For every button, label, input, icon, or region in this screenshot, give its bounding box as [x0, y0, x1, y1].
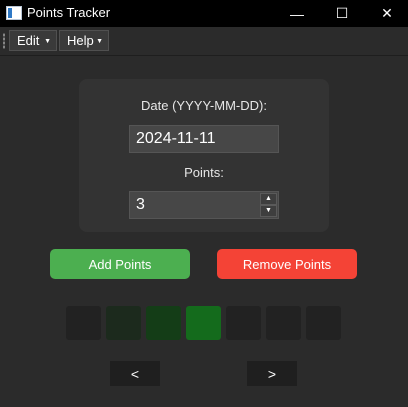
next-button[interactable]: > [247, 361, 297, 386]
close-button[interactable]: ✕ [364, 0, 408, 27]
menu-bar: Edit ▼ Help ▼ [0, 27, 408, 56]
toolbar-grip-icon[interactable] [3, 33, 5, 49]
day-cell[interactable] [146, 306, 181, 340]
help-menu-label: Help [67, 33, 94, 48]
day-cell[interactable] [66, 306, 101, 340]
help-menu-button[interactable]: Help ▼ [59, 30, 109, 51]
chevron-down-icon: ▼ [96, 38, 103, 45]
points-label: Points: [184, 165, 224, 180]
minimize-button[interactable]: — [274, 0, 320, 27]
app-icon [6, 6, 22, 20]
edit-menu-label: Edit [17, 33, 40, 48]
edit-menu-button[interactable]: Edit ▼ [9, 30, 57, 51]
points-spinbox[interactable]: 3 ▲ ▼ [129, 191, 279, 219]
previous-button[interactable]: < [110, 361, 160, 386]
title-bar: Points Tracker — ☐ ✕ [0, 0, 408, 27]
window-title: Points Tracker [27, 5, 111, 20]
remove-points-button[interactable]: Remove Points [217, 249, 357, 279]
spin-up-icon[interactable]: ▲ [260, 193, 277, 205]
chevron-down-icon: ▼ [44, 38, 51, 45]
day-cell[interactable] [306, 306, 341, 340]
day-cell[interactable] [106, 306, 141, 340]
date-input[interactable] [129, 125, 279, 153]
entry-panel: Date (YYYY-MM-DD): Points: 3 ▲ ▼ [79, 79, 329, 232]
points-value[interactable]: 3 [136, 196, 145, 214]
add-points-button[interactable]: Add Points [50, 249, 190, 279]
day-cell[interactable] [266, 306, 301, 340]
maximize-button[interactable]: ☐ [319, 0, 365, 27]
spin-down-icon[interactable]: ▼ [260, 205, 277, 217]
day-cell[interactable] [186, 306, 221, 340]
day-cell[interactable] [226, 306, 261, 340]
date-label: Date (YYYY-MM-DD): [141, 98, 267, 113]
